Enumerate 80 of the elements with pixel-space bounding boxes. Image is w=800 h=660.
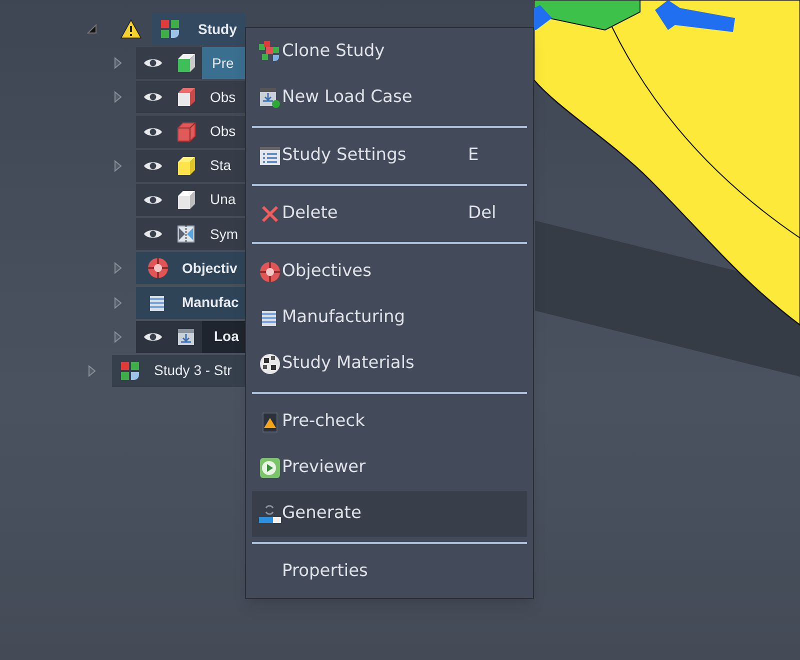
menu-item-label: Study Materials <box>282 352 416 376</box>
expand-triangle-icon[interactable] <box>114 91 122 104</box>
menu-item-label: Previewer <box>282 456 367 480</box>
menu-item[interactable]: Pre-check <box>252 399 527 445</box>
eye-icon[interactable] <box>143 330 163 343</box>
generate-icon <box>258 504 282 524</box>
tree-item-label[interactable]: Study <box>190 13 237 45</box>
symmetry-icon <box>176 224 196 244</box>
menu-item-label: Manufacturing <box>282 306 406 330</box>
tree-item-label[interactable]: Una <box>202 184 236 216</box>
tree-item-label[interactable]: Obs <box>202 116 236 148</box>
menu-item[interactable]: Previewer <box>252 445 527 491</box>
tree-row-background[interactable]: Pre <box>136 47 246 80</box>
menu-item-label: New Load Case <box>282 86 414 110</box>
collapse-triangle-icon[interactable] <box>87 24 97 34</box>
menu-item[interactable]: Clone Study <box>252 29 527 75</box>
menu-item-label: Properties <box>282 560 369 584</box>
expand-triangle-icon[interactable] <box>114 330 122 343</box>
tree-row-background[interactable]: Una <box>136 184 246 216</box>
tree-row-background[interactable]: Study <box>152 13 246 45</box>
eye-icon[interactable] <box>143 194 163 206</box>
tree-row-background[interactable]: Study 3 - Str <box>112 354 246 387</box>
shortcut-label: E <box>468 144 479 168</box>
menu-item[interactable]: Delete Del <box>252 191 527 237</box>
expand-triangle-icon[interactable] <box>114 160 122 172</box>
eye-icon[interactable] <box>143 228 163 240</box>
wireframe-cube-icon <box>175 120 197 143</box>
preserve-cube-icon <box>175 52 197 74</box>
tree-item-label[interactable]: Loa <box>202 320 246 353</box>
tree-item-label[interactable]: Sym <box>202 218 238 250</box>
menu-item[interactable]: Properties <box>252 549 527 595</box>
menu-item[interactable]: Objectives <box>252 249 527 295</box>
expand-triangle-icon[interactable] <box>114 296 122 308</box>
eye-icon[interactable] <box>143 160 163 172</box>
load-case-add-icon <box>259 87 281 109</box>
eye-icon[interactable] <box>143 126 163 138</box>
load-case-icon <box>176 326 196 347</box>
menu-item-label: Study Settings <box>282 144 408 168</box>
menu-item-label: Pre-check <box>282 410 366 434</box>
target-icon <box>259 261 281 283</box>
solid-cube-icon <box>175 154 197 177</box>
tree-row-background[interactable]: Obs <box>136 81 246 114</box>
menu-item-label: Generate <box>282 502 362 526</box>
eye-icon[interactable] <box>143 57 163 70</box>
list-settings-icon <box>259 146 281 166</box>
cube-icon <box>175 188 197 211</box>
tree-row-background[interactable]: Sta <box>136 150 246 182</box>
expand-triangle-icon[interactable] <box>114 262 122 274</box>
expand-triangle-icon[interactable] <box>114 57 122 70</box>
menu-item-label: Objectives <box>282 260 372 284</box>
tree-row-background[interactable]: Obs <box>136 116 246 148</box>
tree-item-label[interactable]: Objectiv <box>174 252 238 284</box>
menu-item-label: Delete <box>282 202 339 226</box>
menu-item[interactable]: Study Materials <box>252 341 527 387</box>
obstacle-cube-icon <box>175 86 197 108</box>
tree-item-label[interactable]: Pre <box>202 47 246 80</box>
target-icon <box>147 257 169 280</box>
menu-item[interactable]: Manufacturing <box>252 295 527 341</box>
menu-item[interactable]: Study Settings E <box>252 133 527 179</box>
tree-row-background[interactable]: Sym <box>136 218 246 250</box>
study-grid-icon <box>160 19 180 39</box>
tree-row-background[interactable]: Objectiv <box>136 252 246 284</box>
close-icon <box>260 204 280 224</box>
clipboard-warning-icon <box>260 411 280 433</box>
eye-icon[interactable] <box>143 91 163 104</box>
tree-row-background[interactable]: Loa <box>136 320 246 353</box>
shortcut-label: Del <box>468 202 496 226</box>
tree-item-label[interactable]: Study 3 - Str <box>146 354 232 387</box>
menu-item[interactable]: Generate <box>252 491 527 537</box>
tree-item-label[interactable]: Manufac <box>174 286 239 318</box>
tree-row-background[interactable]: Manufac <box>136 286 246 318</box>
grid-copy-icon <box>259 41 281 63</box>
tree-item-label[interactable]: Obs <box>202 81 236 114</box>
study-grid-icon <box>120 360 140 381</box>
play-box-icon <box>259 457 281 479</box>
tree-item-label[interactable]: Sta <box>202 150 232 182</box>
menu-item-label: Clone Study <box>282 40 386 64</box>
expand-triangle-icon[interactable] <box>88 364 96 377</box>
menu-item[interactable]: New Load Case <box>252 75 527 121</box>
checkered-ball-icon <box>259 353 281 375</box>
